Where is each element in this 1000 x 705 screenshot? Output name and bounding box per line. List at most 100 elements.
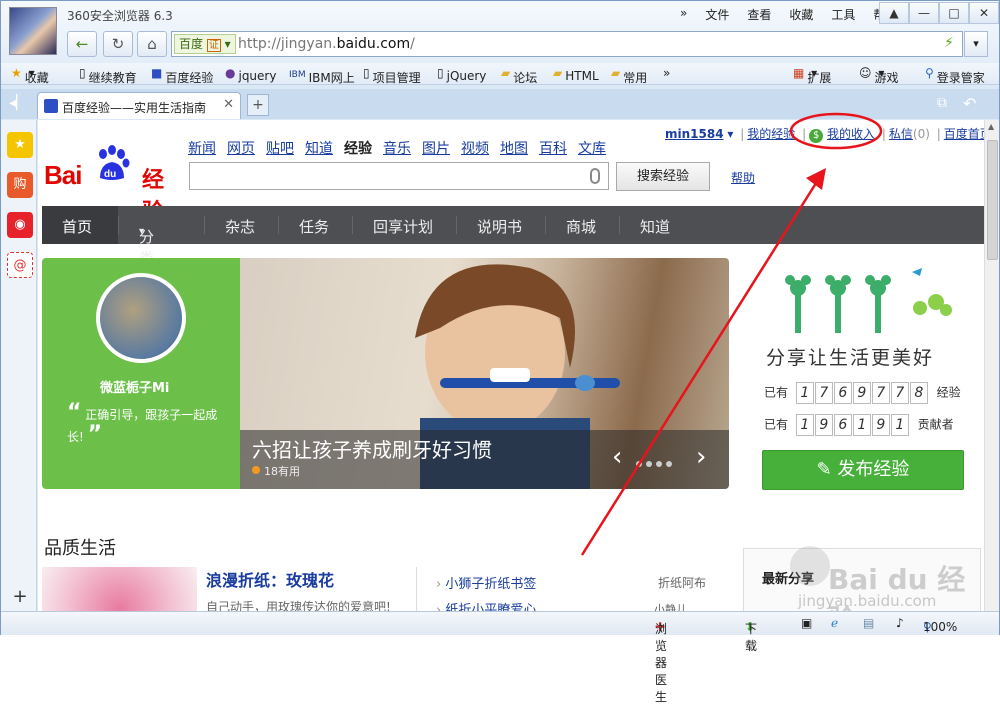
menu-more[interactable]: » [671,6,696,23]
restore-tabs-icon[interactable]: ⧉ [937,95,947,111]
ie-mode-icon[interactable]: ℯ [831,616,838,630]
volume-icon[interactable]: ♪ [896,616,904,630]
minimize-button[interactable]: — [909,2,939,24]
bookmark-folder[interactable]: ▰ 常用 [611,66,647,85]
favorites-star-icon[interactable]: ★ [7,132,33,158]
main-nav-share-plan[interactable]: 回享计划 [373,216,433,237]
bookmark-folder[interactable]: ▰ 论坛 [501,66,537,85]
scrollbar-thumb[interactable] [987,140,998,260]
menu-view[interactable]: 查看 [738,6,780,23]
address-bar[interactable]: 百度 证 ▾ http://jingyan.baidu.com/ ⚡ [171,31,963,57]
bookmarks-more[interactable]: » [663,66,670,80]
scroll-up-arrow-icon[interactable]: ▲ [988,122,994,131]
nav-link-map[interactable]: 地图 [500,141,528,157]
author-avatar[interactable] [96,273,186,363]
menu-tools[interactable]: 工具 [822,6,864,23]
list-item[interactable]: › 小狮子折纸书签 [436,573,536,592]
author-tag[interactable]: 折纸阿布 [658,574,706,591]
divider [619,216,620,234]
main-nav-mall[interactable]: 商城 [566,216,596,237]
divider [545,216,546,234]
page-content: min1584 ▾ |我的经验 |$ 我的收入 |私信(0) |百度首页 Bai… [38,120,984,616]
shopping-icon[interactable]: 购 [7,172,33,198]
baidu-home-link[interactable]: 百度首页 [944,127,984,141]
nav-link-news[interactable]: 新闻 [188,141,216,157]
section-title: 品质生活 [44,538,116,559]
tab-bar: ◂▏ 百度经验——实用生活指南 ✕ + ⧉ ↶ [1,89,999,119]
slider-title[interactable]: 六招让孩子养成刷牙好习惯 [252,434,492,463]
left-sidebar: ★ 购 ◉ @ + [1,120,37,616]
bookmark-folder[interactable]: ▰ HTML [553,66,599,83]
main-nav-zhidao[interactable]: 知道 [640,216,670,237]
extensions-button[interactable]: ▦ 扩展 ▾ [793,66,831,85]
weibo-icon[interactable]: ◉ [7,212,33,238]
main-nav-tasks[interactable]: 任务 [299,216,329,237]
nav-link-wenku[interactable]: 文库 [578,141,606,157]
nav-link-baike[interactable]: 百科 [539,141,567,157]
address-dropdown-button[interactable]: ▾ [964,31,988,57]
nav-link-tieba[interactable]: 贴吧 [266,141,294,157]
refresh-button[interactable]: ↻ [103,31,133,57]
help-link[interactable]: 帮助 [731,169,755,186]
home-button[interactable]: ⌂ [137,31,167,57]
contributor-count-row: 已有 196191 贡献者 [764,414,954,436]
bookmark-favorites[interactable]: ★ 收藏 ▾ [11,66,49,85]
user-avatar[interactable] [9,7,57,55]
search-input[interactable] [189,162,609,190]
speed-mode-icon[interactable]: ⚡ [944,35,954,51]
undo-close-icon[interactable]: ↶ [963,94,976,113]
bookmark-item[interactable]: IBM IBM网上 [289,66,355,85]
games-button[interactable]: ☺ 游戏 ▾ [859,66,899,85]
nav-link-images[interactable]: 图片 [422,141,450,157]
main-nav-magazine[interactable]: 杂志 [225,216,255,237]
username-link[interactable]: min1584 [665,127,724,141]
nav-link-jingyan[interactable]: 经验 [344,141,372,157]
back-button[interactable]: ← [67,31,97,57]
search-engine-selector[interactable]: 百度 证 ▾ [174,34,236,54]
publish-experience-button[interactable]: ✎ 发布经验 [762,450,964,490]
menu-file[interactable]: 文件 [696,6,738,23]
tools-icon[interactable]: ▤ [863,616,874,630]
slider-dots[interactable] [636,456,676,470]
bookmark-item[interactable]: ▯ 继续教育 [79,66,137,85]
new-tab-button[interactable]: + [247,94,269,116]
featured-slider[interactable]: 微蓝栀子Mi “ 正确引导，跟孩子一起成长! ” 六招让孩子养成刷牙好习惯 18… [42,258,729,489]
tab-baidu-jingyan[interactable]: 百度经验——实用生活指南 ✕ [37,92,241,119]
maximize-button[interactable]: □ [939,2,969,24]
menu-favorites[interactable]: 收藏 [780,6,822,23]
login-manager-button[interactable]: ⚲ 登录管家 [925,66,985,85]
nav-link-zhidao[interactable]: 知道 [305,141,333,157]
close-tab-icon[interactable]: ✕ [223,97,234,112]
latest-share-box: 最新分享 [743,548,981,616]
private-message-link[interactable]: 私信 [889,127,913,141]
bookmark-item[interactable]: ▯ 项目管理 [363,66,421,85]
baidu-jingyan-logo[interactable]: Bai du 经验 [44,140,174,225]
nav-link-music[interactable]: 音乐 [383,141,411,157]
feature-article-link[interactable]: 浪漫折纸：玫瑰花 [206,567,334,591]
vertical-scrollbar[interactable]: ▲ [984,120,999,616]
search-button[interactable]: 搜索经验 [616,162,710,191]
bookmark-item[interactable]: ● jquery [225,66,276,83]
origami-rose-image[interactable] [42,567,197,616]
my-experience-link[interactable]: 我的经验 [747,127,795,141]
slider-next-arrow-icon[interactable]: › [696,442,706,472]
main-nav-home[interactable]: 首页 [62,216,92,237]
status-toggle-icon[interactable]: ▣ [801,616,812,630]
email-icon[interactable]: @ [7,252,33,278]
nav-link-video[interactable]: 视频 [461,141,489,157]
add-sidebar-button[interactable]: + [7,584,33,610]
microphone-icon[interactable] [590,168,600,184]
close-button[interactable]: ✕ [969,2,999,24]
slogan-text: 分享让生活更美好 [766,347,935,369]
sidebar-toggle-icon[interactable]: ◂▏ [9,95,27,111]
url-text[interactable]: http://jingyan.baidu.com/ [238,36,415,52]
skin-icon[interactable]: ▲ [879,2,909,24]
divider [352,216,353,234]
bookmark-item[interactable]: ■ 百度经验 [151,66,213,85]
main-nav-manual[interactable]: 说明书 [477,216,522,237]
author-name[interactable]: 微蓝栀子Mi [100,377,169,396]
bookmark-item[interactable]: ▯ jQuery [437,66,486,83]
slider-prev-arrow-icon[interactable]: ‹ [612,442,622,472]
nav-link-web[interactable]: 网页 [227,141,255,157]
my-income-link[interactable]: 我的收入 [827,127,875,141]
